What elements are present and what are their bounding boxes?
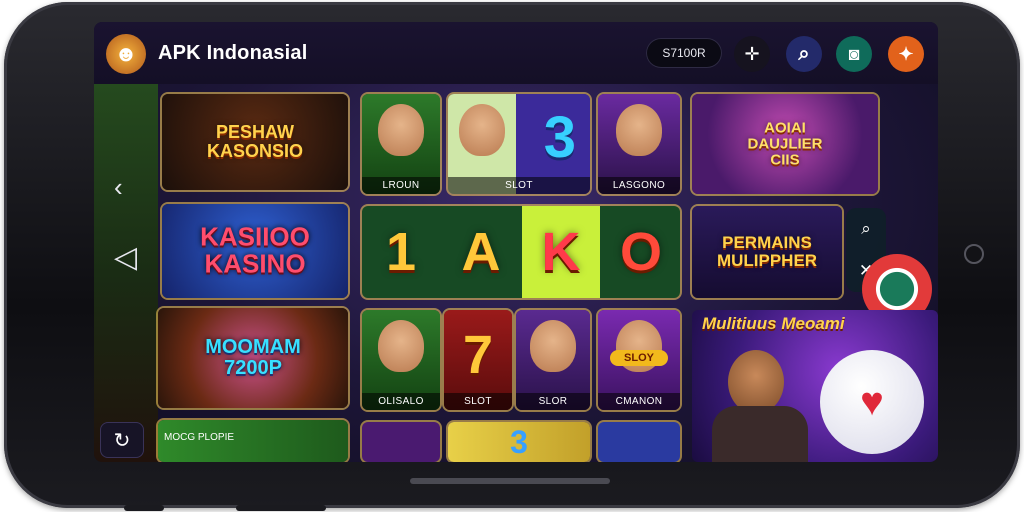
tile-caption: LASGONO bbox=[598, 177, 680, 194]
character-avatar bbox=[378, 104, 424, 156]
camera-icon[interactable]: ◙ bbox=[836, 36, 872, 72]
game-tile-lroun[interactable]: LROUN bbox=[362, 94, 440, 194]
chevron-left-icon[interactable]: ‹ bbox=[114, 172, 123, 203]
character-avatar bbox=[530, 320, 576, 372]
refresh-button[interactable]: ↻ bbox=[100, 422, 144, 458]
slot-symbol: 3 bbox=[543, 105, 576, 170]
tile-badge: SLOY bbox=[610, 350, 668, 366]
tile-caption: SLOT bbox=[444, 393, 512, 410]
tile-title: KASIIOO KASINO bbox=[200, 221, 310, 279]
game-tile-permains[interactable]: PERMAINS MULIPPHER bbox=[692, 206, 842, 298]
tile-caption: SLOR bbox=[516, 393, 590, 410]
game-tile-aidal[interactable]: AOIAI DAUJLIER CIIS bbox=[692, 94, 878, 194]
game-tile-slot-7[interactable]: 7 SLOT bbox=[444, 310, 512, 410]
crosshair-icon[interactable]: ✛ bbox=[734, 36, 770, 72]
tile-title: PESHAW KASONSIO bbox=[206, 122, 303, 161]
heart-ball-icon: ♥ bbox=[820, 350, 924, 454]
game-tile-mocg-plopie[interactable]: MOCG PLOPIE bbox=[158, 420, 348, 462]
reel-1: 1 bbox=[385, 222, 417, 282]
header-bar: ☻ APK Indonasial S7100R ✛ ⌕ ◙ ✦ bbox=[94, 22, 938, 84]
search-icon[interactable]: ⌕ bbox=[786, 36, 822, 72]
character-avatar bbox=[616, 104, 662, 156]
character-avatar bbox=[728, 350, 784, 414]
tile-title: AOIAI DAUJLIER CIIS bbox=[747, 119, 823, 168]
character-avatar bbox=[378, 320, 424, 372]
slot-symbol: 7 bbox=[462, 325, 494, 385]
tile-caption: LROUN bbox=[362, 177, 440, 194]
slot-symbol: 3 bbox=[510, 424, 528, 460]
reel-4: O bbox=[619, 222, 662, 282]
game-tile-bottom-3[interactable] bbox=[598, 422, 680, 462]
mascot-logo-icon[interactable]: ☻ bbox=[106, 34, 146, 74]
tile-caption: OLISALO bbox=[362, 393, 440, 410]
tile-caption: CMANON bbox=[598, 393, 680, 410]
game-tile-bottom-1[interactable] bbox=[362, 422, 440, 462]
game-tile-cmanon[interactable]: SLOY CMANON bbox=[598, 310, 680, 410]
tile-caption: MOCG PLOPIE bbox=[164, 432, 235, 443]
game-tile-lasgono[interactable]: LASGONO bbox=[598, 94, 680, 194]
power-button bbox=[124, 505, 164, 511]
tile-title: Mulitiuus Meoami bbox=[702, 314, 845, 333]
search-icon-floating[interactable]: ⌕ bbox=[861, 219, 871, 239]
game-tile-slor[interactable]: SLOR bbox=[516, 310, 590, 410]
character-body bbox=[712, 406, 808, 462]
tile-caption: SLOT bbox=[448, 177, 590, 194]
tile-title: MOOMAM 7200P bbox=[205, 336, 301, 379]
home-indicator bbox=[410, 478, 610, 484]
reel-2: A bbox=[461, 222, 501, 282]
front-camera bbox=[964, 244, 984, 264]
app-screen: ☻ APK Indonasial S7100R ✛ ⌕ ◙ ✦ ‹ ◁ PESH… bbox=[94, 22, 938, 462]
app-title: APK Indonasial bbox=[158, 42, 308, 64]
game-tile-moomam[interactable]: MOOMAM 7200P bbox=[158, 308, 348, 408]
balance-display[interactable]: S7100R bbox=[646, 38, 722, 68]
chevron-left-icon-2[interactable]: ◁ bbox=[114, 240, 137, 275]
game-tile-olisalo[interactable]: OLISALO bbox=[362, 310, 440, 410]
game-tile-peshaw-kasonsio[interactable]: PESHAW KASONSIO bbox=[162, 94, 348, 190]
game-tile-multiplayer[interactable]: Mulitiuus Meoami ♥ bbox=[692, 310, 938, 462]
tile-title: PERMAINS MULIPPHER bbox=[716, 233, 818, 270]
character-avatar bbox=[459, 104, 506, 156]
game-tile-kasiioo-kasino[interactable]: KASIIOO KASINO bbox=[162, 204, 348, 298]
flame-icon[interactable]: ✦ bbox=[888, 36, 924, 72]
game-tile-bottom-2[interactable]: 3 bbox=[448, 422, 590, 462]
reel-3: K bbox=[522, 206, 600, 298]
game-tile-slot-3[interactable]: 3 SLOT bbox=[448, 94, 590, 194]
volume-button bbox=[236, 505, 326, 511]
slot-reels-panel[interactable]: 1 A K O bbox=[362, 206, 680, 298]
